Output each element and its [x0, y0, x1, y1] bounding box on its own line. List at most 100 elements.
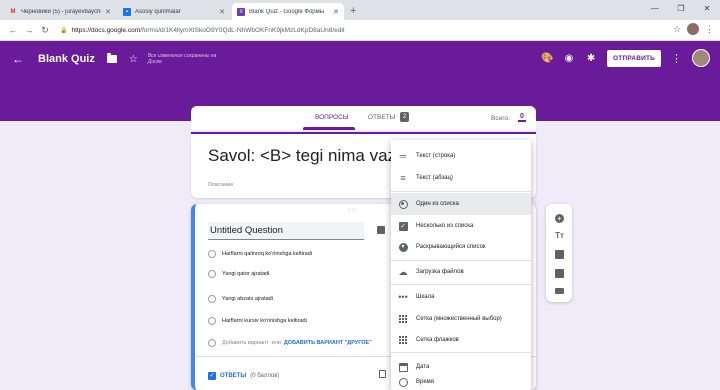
menu-item-checkbox-grid[interactable]: Сетка флажков: [391, 329, 531, 351]
folder-icon[interactable]: [106, 53, 117, 63]
tab-answers[interactable]: ОТВЕТЫ: [368, 114, 395, 121]
menu-item-linear-scale[interactable]: ••• Шкала: [391, 286, 531, 308]
star-icon[interactable]: ☆: [129, 54, 138, 65]
user-avatar[interactable]: [692, 49, 710, 67]
menu-item-label: Раскрывающийся список: [416, 244, 486, 250]
back-arrow-icon[interactable]: ←: [12, 52, 24, 66]
browser-tab-asosiy[interactable]: ▪ Asosiy qurilmalar ✕: [118, 3, 230, 20]
tab-title: Черновики (5) - jurayevbaychi0: [21, 8, 102, 15]
browser-tab-bar: M Черновики (5) - jurayevbaychi0 ✕ ▪ Aso…: [0, 0, 720, 20]
add-question-icon[interactable]: +: [555, 214, 564, 223]
gmail-icon: M: [10, 8, 16, 15]
grid-icon: [398, 314, 408, 324]
option-text[interactable]: Harflarni kursiv ko'rinishga keltiradi: [222, 318, 307, 324]
menu-item-label: Время: [416, 379, 435, 385]
menu-item-label: Загрузка файлов: [416, 269, 464, 275]
dropdown-icon: ▾: [398, 242, 408, 252]
close-tab-icon[interactable]: ✕: [105, 8, 111, 16]
close-window-icon[interactable]: ✕: [694, 0, 720, 18]
total-label: Всего:: [491, 115, 510, 122]
total-value: 0: [518, 113, 526, 122]
divider: [391, 352, 531, 353]
close-tab-icon[interactable]: ✕: [219, 8, 225, 16]
url-field[interactable]: 🔒 https://docs.google.com /forms/d/1K4ll…: [60, 27, 345, 34]
menu-item-multiple-choice[interactable]: Один из списка: [391, 193, 531, 215]
calendar-icon: [398, 362, 408, 372]
forward-icon[interactable]: →: [22, 25, 36, 35]
url-host: https://docs.google.com: [71, 26, 141, 34]
divider: [391, 284, 531, 285]
tab-questions[interactable]: ВОПРОСЫ: [315, 114, 349, 121]
question-title-input[interactable]: Untitled Question: [208, 222, 364, 240]
lock-icon: 🔒: [60, 27, 68, 34]
settings-gear-icon[interactable]: ✱: [585, 53, 597, 64]
menu-item-label: Несколько из списка: [416, 223, 474, 229]
minimize-icon[interactable]: —: [642, 0, 668, 18]
option-text[interactable]: Harflarni qalinroq ko'rinishga keltiradi: [222, 251, 312, 257]
radio-icon: [208, 270, 216, 278]
form-tabs: ВОПРОСЫ ОТВЕТЫ 2 Всего: 0: [191, 106, 536, 130]
window-controls: — ❐ ✕: [642, 0, 720, 18]
paragraph-icon: ≡: [400, 173, 406, 183]
menu-item-label: Один из списка: [416, 201, 459, 207]
preview-eye-icon[interactable]: ◉: [563, 53, 575, 64]
add-video-icon[interactable]: [555, 269, 564, 278]
forms-icon: ≡: [237, 7, 245, 16]
tab-title: Asosiy qurilmalar: [135, 8, 181, 15]
option-text[interactable]: Yangi abzats ajratadi: [222, 296, 273, 302]
profile-avatar[interactable]: [687, 23, 699, 35]
add-option-link[interactable]: Добавить вариант: [222, 340, 269, 346]
answers-count-badge: 2: [400, 112, 410, 122]
menu-item-time[interactable]: Время: [391, 374, 531, 390]
form-name[interactable]: Blank Quiz: [38, 53, 95, 65]
add-section-icon[interactable]: [555, 288, 564, 294]
form-description-input[interactable]: Описание: [208, 182, 233, 188]
radio-icon: [208, 317, 216, 325]
tab-title: Blank Quiz - Google Формы: [249, 8, 325, 15]
palette-icon[interactable]: 🎨: [541, 53, 553, 64]
browser-menu-icon[interactable]: ⋮: [705, 24, 714, 35]
send-button[interactable]: ОТПРАВИТЬ: [607, 49, 661, 67]
add-image-icon[interactable]: [377, 226, 385, 234]
option-row[interactable]: Harflarni kursiv ko'rinishga keltiradi: [208, 315, 307, 327]
form-title-input[interactable]: Savol: <B> tegi nima vazifa: [208, 146, 408, 166]
maximize-icon[interactable]: ❐: [668, 0, 694, 18]
question-type-menu: ═ Текст (строка) ≡ Текст (абзац) Один из…: [391, 140, 531, 390]
menu-item-short-text[interactable]: ═ Текст (строка): [391, 145, 531, 167]
option-text[interactable]: Yangi qator ajratadi: [222, 271, 269, 277]
more-options-icon[interactable]: ⋮: [671, 52, 682, 65]
menu-item-label: Шкала: [416, 294, 435, 300]
duplicate-icon[interactable]: [379, 370, 386, 378]
add-title-icon[interactable]: Tт: [555, 231, 564, 240]
menu-item-label: Текст (строка): [416, 153, 456, 159]
add-other-link[interactable]: ДОБАВИТЬ ВАРИАНТ "ДРУГОЕ": [284, 340, 372, 346]
site-icon: ▪: [123, 7, 131, 16]
checkbox-icon: ✓: [398, 221, 408, 231]
answer-key-button[interactable]: ОТВЕТЫ: [220, 373, 246, 379]
url-path: /forms/d/1K4llymXtSkoO9Y0QdL-NhWbOKFnK9j…: [140, 26, 345, 34]
radio-icon: [398, 199, 408, 209]
divider: [391, 191, 531, 192]
checkbox-grid-icon: [398, 335, 408, 345]
new-tab-icon[interactable]: +: [350, 3, 356, 20]
add-image-icon[interactable]: [555, 250, 564, 259]
menu-item-label: Сетка флажков: [416, 337, 459, 343]
browser-tab-forms[interactable]: ≡ Blank Quiz - Google Формы ✕: [232, 3, 344, 20]
menu-item-dropdown[interactable]: ▾ Раскрывающийся список: [391, 236, 531, 258]
option-row[interactable]: Harflarni qalinroq ko'rinishga keltiradi: [208, 248, 312, 260]
menu-item-paragraph[interactable]: ≡ Текст (абзац): [391, 167, 531, 189]
reload-icon[interactable]: ↻: [38, 25, 52, 36]
address-bar: ← → ↻ 🔒 https://docs.google.com /forms/d…: [0, 20, 720, 41]
menu-item-file-upload[interactable]: ☁ Загрузка файлов: [391, 261, 531, 283]
menu-item-label: Текст (абзац): [416, 175, 453, 181]
menu-item-checkboxes[interactable]: ✓ Несколько из списка: [391, 215, 531, 237]
radio-icon: [208, 339, 216, 347]
close-tab-icon[interactable]: ✕: [333, 8, 339, 16]
menu-item-multiple-choice-grid[interactable]: Сетка (множественный выбор): [391, 308, 531, 330]
drag-handle-icon[interactable]: ⁞⁞⁞: [349, 208, 356, 214]
browser-tab-gmail[interactable]: M Черновики (5) - jurayevbaychi0 ✕: [4, 3, 116, 20]
back-icon[interactable]: ←: [6, 25, 20, 35]
option-row[interactable]: Yangi qator ajratadi: [208, 268, 269, 280]
option-row[interactable]: Yangi abzats ajratadi: [208, 293, 273, 305]
bookmark-star-icon[interactable]: ☆: [673, 24, 681, 35]
